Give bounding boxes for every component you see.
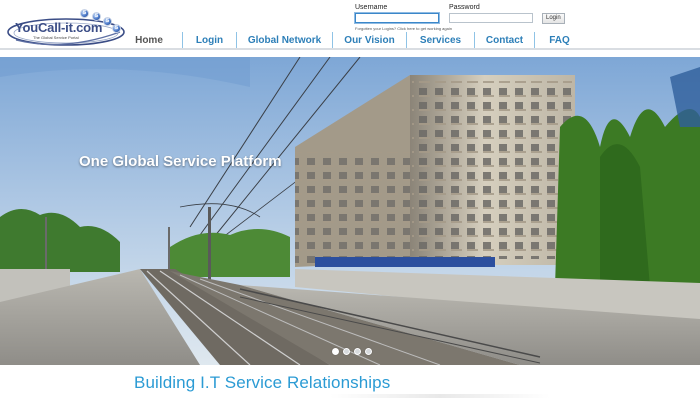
nav-item-faq[interactable]: FAQ [534,32,584,48]
nav-item-contact[interactable]: Contact [474,32,534,48]
faded-text-line [330,394,550,398]
login-button[interactable]: Login [542,13,565,24]
section-heading: Building I.T Service Relationships [134,373,391,392]
slider-dot[interactable] [365,348,372,355]
slider-pagination [332,348,372,356]
forgot-login-link[interactable]: Forgotten your Logins? Click here to get… [355,26,452,31]
site-header: S S S S YouCall-it.com The Global Servic… [0,0,700,52]
header-divider [0,48,700,50]
logo-tagline: The Global Service Portal [33,35,79,40]
username-label: Username [355,4,388,11]
username-input[interactable] [355,13,439,23]
password-label: Password [449,4,480,11]
nav-item-login[interactable]: Login [182,32,236,48]
nav-item-global-network[interactable]: Global Network [236,32,332,48]
nav-item-services[interactable]: Services [406,32,474,48]
slider-dot[interactable] [343,348,350,355]
hero-photo [0,57,700,365]
nav-item-our-vision[interactable]: Our Vision [332,32,406,48]
hero-slider: One Global Service Platform [0,57,700,365]
hero-headline: One Global Service Platform [79,153,282,170]
nav-item-home[interactable]: Home [116,32,182,48]
main-nav: Home Login Global Network Our Vision Ser… [116,32,700,48]
login-form: Username Password Login [0,4,700,26]
slider-dot[interactable] [354,348,361,355]
slider-dot[interactable] [332,348,339,355]
password-input[interactable] [449,13,533,23]
